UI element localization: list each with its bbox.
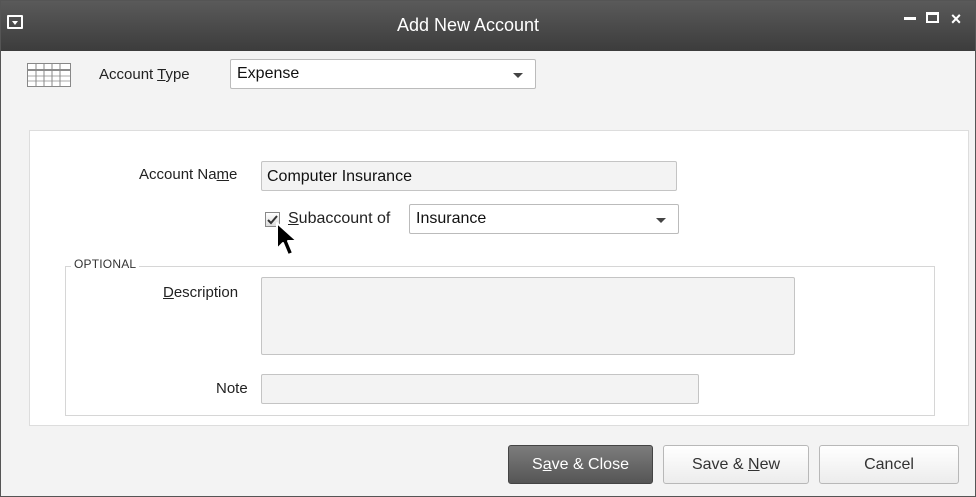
note-field[interactable] [261,374,699,404]
account-type-value: Expense [237,65,300,82]
close-icon[interactable]: × [947,9,965,29]
optional-legend: OPTIONAL [71,257,140,271]
mouse-pointer-icon [275,221,303,265]
account-name-value: Computer Insurance [267,168,412,185]
subaccount-label[interactable]: Subaccount of [288,210,390,228]
account-name-field[interactable]: Computer Insurance [261,161,677,191]
description-field[interactable] [261,277,795,355]
chevron-down-icon[interactable] [513,73,523,78]
cancel-button[interactable]: Cancel [819,445,959,484]
note-label: Note [216,380,248,397]
ledger-icon [27,63,71,87]
description-label: Description [163,284,239,301]
save-and-new-button[interactable]: Save & New [663,445,809,484]
window-title: Add New Account [396,15,540,35]
chevron-down-icon[interactable] [656,218,666,223]
save-and-close-button[interactable]: Save & Close [508,445,653,484]
minimize-icon[interactable] [901,9,919,29]
subaccount-value: Insurance [416,210,487,227]
account-type-label: Account Type [99,66,190,83]
account-type-dropdown[interactable]: Expense [230,59,536,89]
add-new-account-window: Add New Account × Account Type Expense A… [0,0,976,497]
title-bar[interactable]: Add New Account × [1,1,975,51]
subaccount-dropdown[interactable]: Insurance [409,204,679,234]
account-name-label: Account Name [139,166,238,183]
maximize-icon[interactable] [923,9,941,29]
